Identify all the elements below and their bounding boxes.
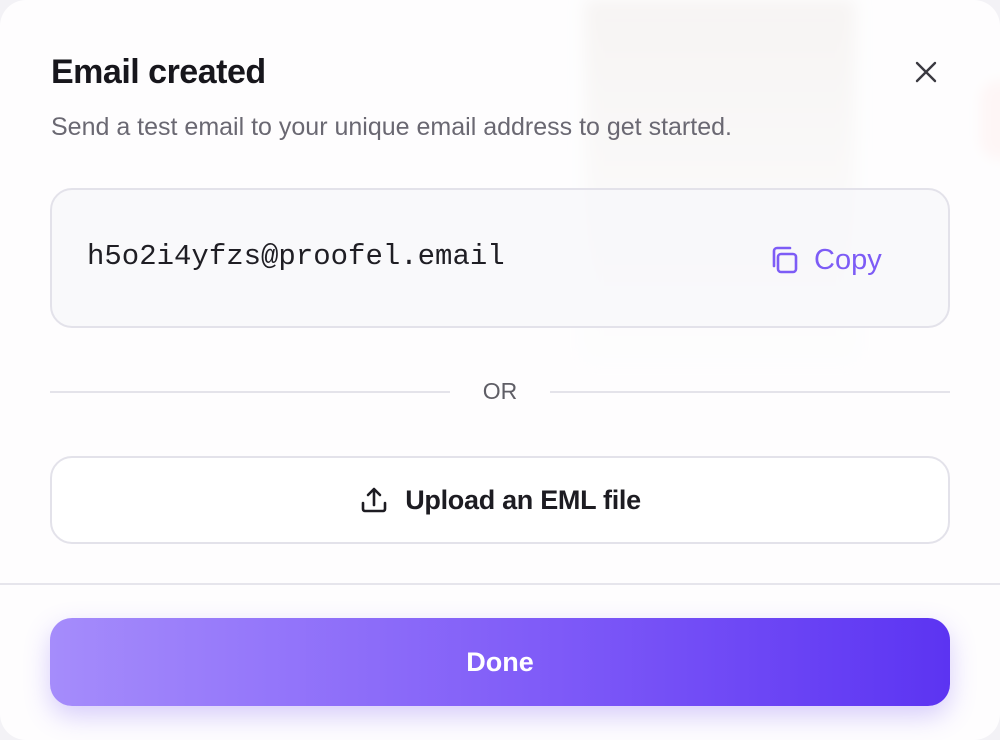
close-icon [915,61,937,83]
done-button[interactable]: Done [50,618,950,706]
dialog-title: Email created [51,53,266,91]
copy-button[interactable]: Copy [768,240,882,280]
dialog-subtitle: Send a test email to your unique email a… [51,113,732,141]
close-button[interactable] [908,54,944,90]
footer-divider [0,583,1000,585]
divider-line-right [550,391,950,393]
copy-icon [772,246,798,274]
upload-eml-label: Upload an EML file [405,484,641,515]
email-created-dialog: Email created Send a test email to your … [0,0,1000,740]
upload-eml-button[interactable]: Upload an EML file [50,456,950,544]
email-address-box: h5o2i4yfzs@proofel.email Copy [50,188,950,328]
upload-icon [361,487,387,513]
email-address-value[interactable]: h5o2i4yfzs@proofel.email [87,240,505,273]
done-button-label: Done [466,646,534,677]
or-divider: OR [50,372,950,412]
copy-button-label: Copy [814,243,882,276]
